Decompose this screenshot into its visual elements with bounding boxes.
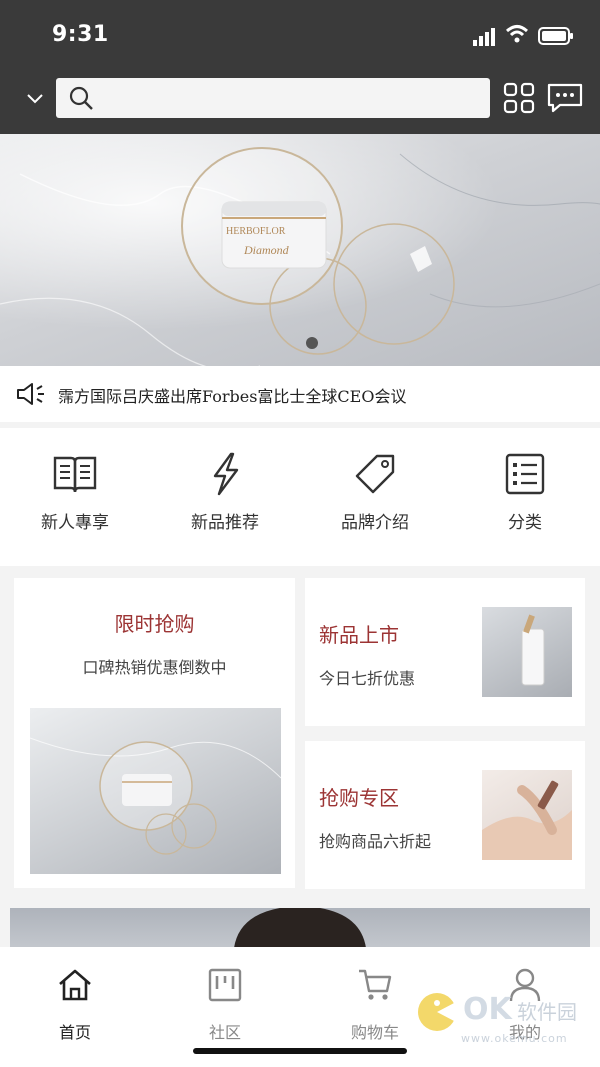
banner-image: HERBOFLOR Diamond	[0, 147, 600, 366]
quick-label: 新人專享	[41, 513, 109, 533]
message-icon[interactable]	[546, 82, 584, 114]
status-time: 9:31	[52, 22, 109, 47]
hero-banner[interactable]: HERBOFLOR Diamond	[0, 134, 600, 366]
rush-buy-card[interactable]: 抢购专区 抢购商品六折起	[305, 741, 585, 889]
battery-icon	[538, 27, 573, 45]
watermark-name: 软件园	[517, 1000, 577, 1024]
search-input[interactable]	[102, 78, 486, 120]
quick-item-brand[interactable]: 品牌介绍	[300, 428, 450, 566]
grid-menu-icon[interactable]	[503, 82, 535, 114]
quick-label: 品牌介绍	[341, 513, 409, 533]
quick-entry-bar: 新人專享 新品推荐 品牌介绍 分类	[0, 428, 600, 566]
promo-banner-partial[interactable]	[10, 908, 590, 948]
watermark-brand: OK	[463, 992, 512, 1027]
list-icon	[505, 453, 545, 495]
rush-buy-thumbnail	[482, 770, 572, 860]
card-title: 抢购专区	[319, 786, 399, 810]
svg-text:Diamond: Diamond	[243, 243, 290, 257]
tab-label: 首页	[58, 1023, 91, 1042]
book-icon	[53, 456, 97, 493]
top-bar	[0, 70, 600, 134]
cart-icon	[359, 969, 392, 1000]
community-icon	[208, 968, 242, 1002]
tag-icon	[355, 454, 395, 494]
quick-label: 分类	[508, 513, 542, 533]
quick-label: 新品推荐	[191, 513, 259, 533]
new-arrivals-card[interactable]: 新品上市 今日七折优惠	[305, 578, 585, 726]
card-subtitle: 抢购商品六折起	[319, 832, 432, 851]
watermark-url: www.okemu.com	[461, 1032, 568, 1045]
card-title: 新品上市	[319, 623, 399, 647]
watermark: OK 软件园 www.okemu.com	[415, 988, 595, 1054]
tab-home[interactable]: 首页	[0, 961, 150, 1042]
svg-text:HERBOFLOR: HERBOFLOR	[226, 226, 286, 237]
status-bar: 9:31	[0, 0, 600, 70]
quick-item-new-user[interactable]: 新人專享	[0, 428, 150, 566]
search-box[interactable]	[56, 78, 490, 120]
card-subtitle: 今日七折优惠	[319, 669, 416, 688]
new-arrivals-thumbnail	[482, 607, 572, 697]
lightning-icon	[213, 452, 239, 496]
flash-sale-image	[30, 708, 281, 874]
home-icon	[59, 969, 91, 1001]
watermark-logo-icon	[418, 993, 459, 1031]
signal-icon	[473, 28, 495, 46]
quick-item-category[interactable]: 分类	[450, 428, 600, 566]
chevron-down-icon[interactable]	[26, 92, 44, 106]
wifi-icon	[505, 25, 529, 43]
search-icon	[69, 86, 93, 110]
flash-sale-card[interactable]: 限时抢购 口碑热销优惠倒数中	[14, 578, 295, 888]
quick-item-new-products[interactable]: 新品推荐	[150, 428, 300, 566]
home-indicator	[193, 1048, 407, 1054]
speaker-icon	[17, 383, 44, 405]
news-ticker[interactable]: 霈方国际吕庆盛出席Forbes富比士全球CEO会议	[0, 366, 600, 422]
tab-label: 社区	[208, 1023, 241, 1042]
card-title: 限时抢购	[114, 612, 195, 636]
card-subtitle: 口碑热销优惠倒数中	[82, 658, 227, 677]
news-text[interactable]: 霈方国际吕庆盛出席Forbes富比士全球CEO会议	[58, 383, 406, 407]
tab-community[interactable]: 社区	[150, 961, 300, 1042]
